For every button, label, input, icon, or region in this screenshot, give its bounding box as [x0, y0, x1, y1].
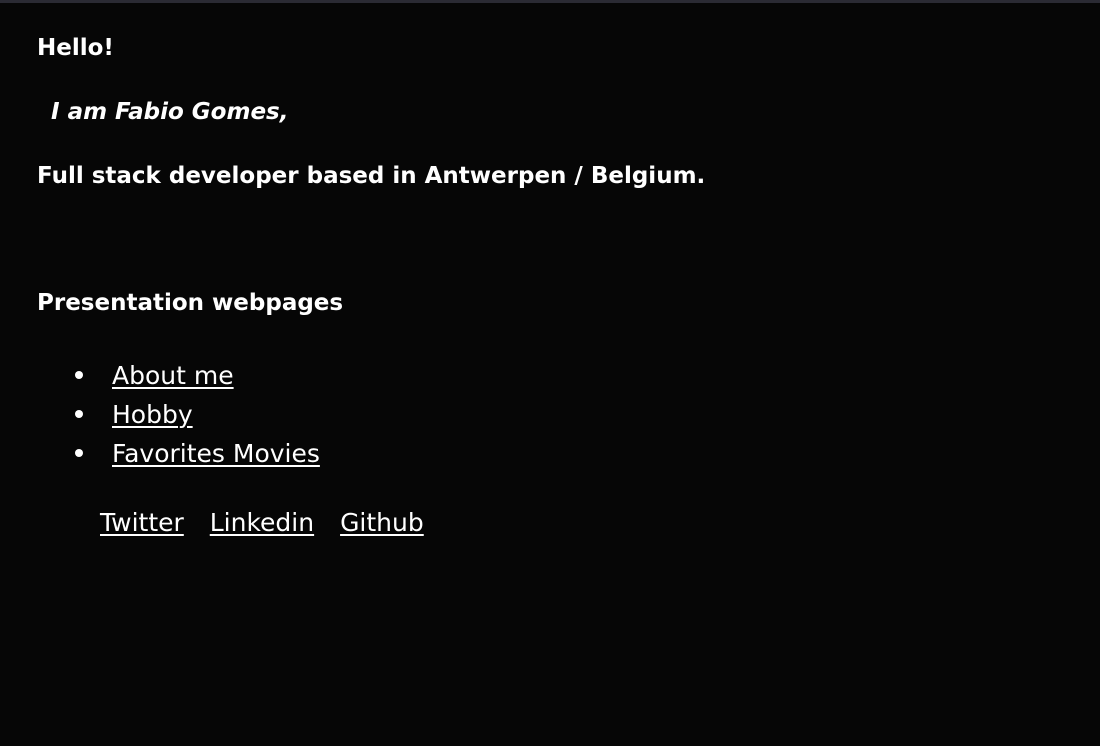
bullet-icon	[75, 371, 83, 379]
twitter-link[interactable]: Twitter	[100, 508, 184, 537]
github-link[interactable]: Github	[340, 508, 424, 537]
favorites-movies-link[interactable]: Favorites Movies	[112, 439, 320, 468]
linkedin-link[interactable]: Linkedin	[210, 508, 314, 537]
presentation-title: Presentation webpages	[37, 290, 344, 316]
about-me-link[interactable]: About me	[112, 361, 234, 390]
bullet-icon	[75, 449, 83, 457]
social-links: Twitter Linkedin Github	[100, 503, 442, 542]
greeting-heading: Hello!	[37, 35, 114, 61]
intro-heading: I am Fabio Gomes,	[51, 99, 289, 125]
presentation-links-list: About me Hobby Favorites Movies	[75, 356, 320, 473]
list-item: Hobby	[75, 395, 320, 434]
list-item: About me	[75, 356, 320, 395]
hobby-link[interactable]: Hobby	[112, 400, 193, 429]
tagline-heading: Full stack developer based in Antwerpen …	[37, 163, 706, 189]
bullet-icon	[75, 410, 83, 418]
list-item: Favorites Movies	[75, 434, 320, 473]
